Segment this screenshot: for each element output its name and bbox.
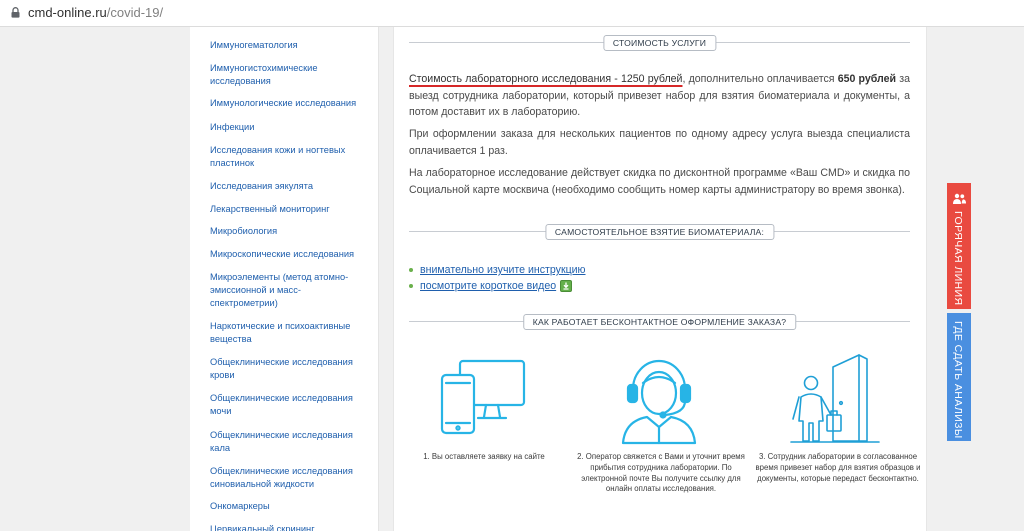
sidebar-item[interactable]: Онкомаркеры (210, 500, 360, 513)
visit-price: 650 рублей (837, 73, 897, 85)
section-title: СТОИМОСТЬ УСЛУГИ (602, 35, 717, 51)
sidebar-item[interactable]: Общеклинические исследования крови (210, 356, 360, 382)
sidebar-item[interactable]: Цервикальный скрининг (210, 523, 360, 531)
sidebar-item[interactable]: Наркотические и психоактивные вещества (210, 320, 360, 346)
lock-icon (11, 7, 20, 18)
step-3-caption: 3. Сотрудник лаборатории в согласованное… (755, 452, 921, 483)
bullet-icon (409, 284, 413, 289)
step-2-caption: 2. Оператор свяжется с Вами и уточнит вр… (577, 452, 745, 494)
section-title: КАК РАБОТАЕТ БЕСКОНТАКТНОЕ ОФОРМЛЕНИЕ ЗА… (522, 314, 797, 330)
sidebar-item[interactable]: Лекарственный мониторинг (210, 203, 360, 216)
sidebar-item[interactable]: Микробиология (210, 225, 360, 238)
category-sidebar: Иммуногематология Иммуногистохимические … (190, 27, 379, 531)
self-collection-section-header: САМОСТОЯТЕЛЬНОЕ ВЗЯТИЕ БИОМАТЕРИАЛА: (409, 224, 910, 240)
hotline-tab[interactable]: ГОРЯЧАЯ ЛИНИЯ (947, 183, 971, 309)
sidebar-item[interactable]: Общеклинические исследования кала (210, 429, 360, 455)
cost-section-header: СТОИМОСТЬ УСЛУГИ (409, 35, 910, 51)
bullet-icon (409, 268, 413, 273)
people-icon (953, 193, 966, 204)
sidebar-item[interactable]: Микроскопические исследования (210, 248, 360, 261)
where-to-test-tab[interactable]: ГДЕ СДАТЬ АНАЛИЗЫ (947, 313, 971, 441)
instruction-list-item: внимательно изучите инструкцию (409, 263, 586, 277)
operator-headset-icon (621, 359, 697, 445)
sidebar-item[interactable]: Исследования кожи и ногтевых пластинок (210, 144, 360, 170)
cost-paragraph: Стоимость лабораторного исследования - 1… (409, 71, 910, 121)
multi-patient-paragraph: При оформлении заказа для нескольких пац… (409, 128, 910, 157)
sidebar-item[interactable]: Микроэлементы (метод атомно-эмиссионной … (210, 271, 360, 310)
address-bar[interactable]: cmd-online.ru/covid-19/ (0, 0, 1024, 27)
contactless-section-header: КАК РАБОТАЕТ БЕСКОНТАКТНОЕ ОФОРМЛЕНИЕ ЗА… (409, 314, 910, 330)
sidebar-item[interactable]: Исследования эякулята (210, 180, 360, 193)
url-domain: cmd-online.ru (28, 5, 107, 20)
devices-icon (440, 359, 526, 435)
sidebar-item[interactable]: Общеклинические исследования синовиально… (210, 465, 360, 491)
url-text[interactable]: cmd-online.ru/covid-19/ (28, 5, 163, 20)
where-to-test-label: ГДЕ СДАТЬ АНАЛИЗЫ (952, 321, 964, 439)
url-path: /covid-19/ (106, 5, 164, 20)
sidebar-item[interactable]: Иммуногематология (210, 39, 360, 52)
section-title: САМОСТОЯТЕЛЬНОЕ ВЗЯТИЕ БИОМАТЕРИАЛА: (544, 224, 775, 240)
video-link[interactable]: посмотрите короткое видео (420, 280, 556, 292)
main-content: СТОИМОСТЬ УСЛУГИ Стоимость лабораторного… (393, 27, 927, 531)
sidebar-item[interactable]: Инфекции (210, 121, 360, 134)
hotline-label: ГОРЯЧАЯ ЛИНИЯ (952, 211, 964, 306)
cost-highlight: Стоимость лабораторного исследования - 1… (409, 73, 683, 85)
download-icon[interactable] (560, 280, 573, 293)
step-1-caption: 1. Вы оставляете заявку на сайте (423, 452, 545, 461)
sidebar-item[interactable]: Иммунологические исследования (210, 97, 360, 110)
sidebar-item[interactable]: Иммуногистохимические исследования (210, 62, 360, 88)
sidebar-item[interactable]: Общеклинические исследования мочи (210, 392, 360, 418)
video-list-item: посмотрите короткое видео (409, 279, 573, 293)
instruction-link[interactable]: внимательно изучите инструкцию (420, 264, 586, 276)
discount-paragraph: На лабораторное исследование действует с… (409, 167, 910, 196)
courier-door-icon (790, 354, 880, 443)
cost-text-mid: , дополнительно оплачивается (682, 73, 838, 85)
